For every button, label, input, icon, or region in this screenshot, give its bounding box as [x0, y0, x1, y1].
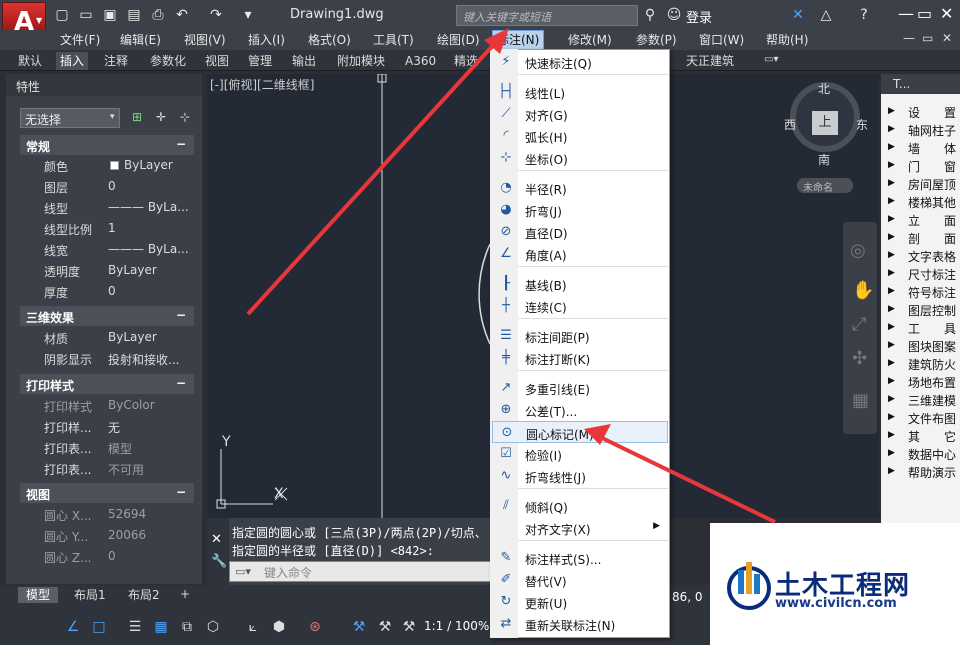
arrow-line-1	[246, 40, 498, 316]
watermark-logo	[727, 562, 771, 610]
arrow-line-2	[599, 435, 776, 524]
watermark-url: www.civilcn.com	[775, 596, 897, 611]
